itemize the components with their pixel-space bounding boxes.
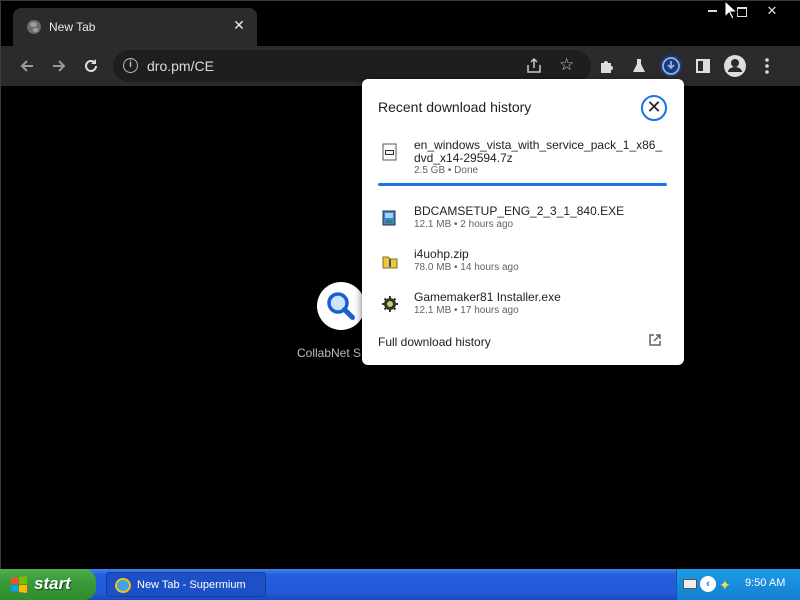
open-external-icon[interactable] (648, 333, 662, 347)
reload-button[interactable] (79, 54, 103, 78)
archive-file-icon (382, 143, 397, 161)
download-status: 12.1 MB • 17 hours ago (414, 305, 519, 316)
search-engine-caption: CollabNet S (297, 346, 362, 360)
reload-icon (85, 59, 97, 72)
download-filename: en_windows_vista_with_service_pack_1_x86… (414, 138, 663, 165)
labs-button[interactable] (627, 54, 651, 78)
mouse-cursor-icon (724, 0, 738, 20)
back-button[interactable] (15, 54, 39, 78)
menu-button[interactable] (755, 54, 779, 78)
magnifier-icon (327, 292, 355, 320)
download-progress-bar (378, 183, 667, 186)
share-icon[interactable] (525, 57, 543, 75)
show-hidden-icons-icon[interactable]: ‹ (700, 576, 716, 592)
download-item[interactable]: BDCAMSETUP_ENG_2_3_1_840.EXE 12.1 MB • 2… (378, 205, 668, 245)
kebab-menu-icon (765, 58, 769, 74)
close-bubble-button[interactable]: ✕ (641, 95, 667, 121)
close-window-button[interactable]: ✕ (757, 1, 787, 21)
forward-button[interactable] (47, 54, 71, 78)
download-status: 78.0 MB • 14 hours ago (414, 262, 519, 273)
start-button[interactable]: start (0, 569, 96, 600)
downloads-bubble: Recent download history ✕ en_windows_vis… (362, 79, 684, 365)
download-status: 2.5 GB • Done (414, 165, 479, 176)
side-panel-icon (696, 59, 710, 73)
flask-icon (633, 59, 645, 72)
profile-button[interactable] (723, 54, 747, 78)
download-item[interactable]: i4uohp.zip 78.0 MB • 14 hours ago (378, 248, 668, 288)
download-status: 12.1 MB • 2 hours ago (414, 219, 514, 230)
info-icon[interactable]: i (123, 58, 138, 73)
clock: 9:50 AM (745, 577, 786, 589)
download-icon (660, 55, 682, 77)
taskbar: start New Tab - Supermium ‹ ✦ 9:50 AM (0, 569, 800, 600)
back-arrow-icon (20, 60, 33, 72)
installer-file-icon (382, 210, 396, 226)
download-item[interactable]: Gamemaker81 Installer.exe 12.1 MB • 17 h… (378, 291, 668, 331)
system-tray: ‹ ✦ 9:50 AM (676, 569, 800, 600)
taskbar-window-label: New Tab - Supermium (137, 579, 246, 591)
wand-icon[interactable]: ✦ (719, 577, 731, 594)
keyboard-icon[interactable] (683, 579, 697, 589)
tab-new-tab[interactable]: New Tab ✕ (13, 8, 257, 46)
download-item[interactable]: en_windows_vista_with_service_pack_1_x86… (378, 139, 668, 179)
windows-flag-icon (11, 576, 27, 593)
start-label: start (34, 574, 71, 593)
browser-app-icon (115, 578, 131, 593)
download-filename: Gamemaker81 Installer.exe (414, 290, 561, 304)
taskbar-window-button[interactable]: New Tab - Supermium (106, 572, 266, 597)
download-filename: i4uohp.zip (414, 247, 469, 261)
download-filename: BDCAMSETUP_ENG_2_3_1_840.EXE (414, 204, 625, 218)
gear-file-icon (382, 296, 398, 312)
search-engine-logo[interactable] (317, 282, 365, 330)
tab-title: New Tab (49, 20, 96, 34)
desktop: New Tab ✕ ✕ i dro.pm/CE ☆ CollabNet S Re… (0, 0, 800, 600)
tab-close-icon[interactable]: ✕ (231, 17, 247, 33)
avatar-icon (724, 55, 746, 77)
side-panel-button[interactable] (691, 54, 715, 78)
extensions-button[interactable] (595, 54, 619, 78)
bookmark-star-icon[interactable]: ☆ (559, 55, 574, 75)
window-controls: ✕ (697, 1, 787, 21)
full-download-history-link[interactable]: Full download history (378, 335, 491, 349)
url-text[interactable]: dro.pm/CE (147, 58, 214, 74)
tab-strip: New Tab ✕ ✕ (1, 1, 800, 46)
downloads-heading: Recent download history (378, 99, 532, 115)
globe-icon (27, 20, 41, 34)
address-bar[interactable]: i dro.pm/CE ☆ (113, 50, 591, 82)
minimize-button[interactable] (697, 1, 727, 21)
puzzle-icon (601, 61, 613, 73)
zip-folder-icon (382, 256, 398, 269)
downloads-button[interactable] (659, 54, 683, 78)
forward-arrow-icon (53, 60, 66, 72)
